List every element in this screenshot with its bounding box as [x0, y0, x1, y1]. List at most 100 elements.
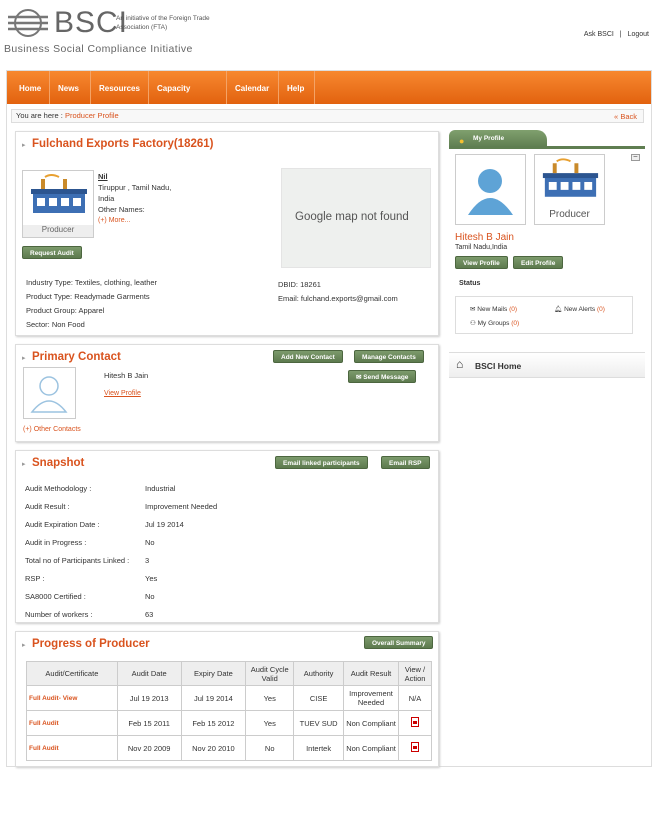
cycle-valid: No — [245, 735, 295, 761]
audit-link[interactable]: Full Audit- View — [26, 685, 118, 711]
snapshot-value: Yes — [145, 574, 158, 583]
table-row: Full Audit Feb 15 2011 Feb 15 2012 Yes T… — [26, 710, 432, 736]
producer-title: Fulchand Exports Factory(18261) — [32, 138, 214, 150]
user-location: Tamil Nadu,India — [455, 244, 508, 251]
back-arrow-icon: « — [614, 112, 619, 121]
product-type: Product Type: Readymade Garments — [26, 292, 150, 301]
sector: Sector: Non Food — [26, 320, 85, 329]
tagline: Business Social Compliance Initiative — [4, 43, 193, 55]
column-header: Audit Date — [116, 661, 182, 686]
add-new-contact-button[interactable]: Add New Contact — [273, 350, 343, 363]
map-placeholder: Google map not found — [281, 168, 431, 268]
producer-profile-panel: ▸ Fulchand Exports Factory(18261) Produc… — [15, 131, 439, 336]
view-action: N/A — [398, 685, 432, 711]
industry-type: Industry Type: Textiles, clothing, leath… — [26, 278, 158, 287]
other-names: Other Names: — [98, 205, 145, 214]
my-groups-link[interactable]: ⚇ My Groups (0) — [470, 319, 519, 327]
producer-image: Producer — [534, 154, 605, 225]
request-audit-button[interactable]: Request Audit — [22, 246, 82, 259]
logo-subtitle: An initiative of the Foreign Trade Assoc… — [116, 15, 210, 31]
new-alerts-link[interactable]: 🔔︎ New Alerts (0) — [554, 305, 605, 313]
primary-contact-panel: ▸ Primary Contact Add New Contact Manage… — [15, 344, 439, 442]
audit-result: Non Compliant — [343, 710, 399, 736]
table-row: Full Audit- View Jul 19 2013 Jul 19 2014… — [26, 685, 432, 711]
new-alerts-label: New Alerts — [564, 306, 596, 313]
cycle-valid: Yes — [245, 710, 295, 736]
column-header: Audit/Certificate — [26, 661, 118, 686]
snapshot-label: Audit Result : — [25, 502, 70, 511]
column-header: Authority — [293, 661, 345, 686]
bsci-home-label: BSCI Home — [475, 361, 522, 371]
expand-arrow-icon[interactable]: ▸ — [22, 354, 26, 362]
snapshot-label: Audit in Progress : — [25, 538, 87, 547]
primary-contact-title: Primary Contact — [32, 351, 121, 363]
logout-link[interactable]: Logout — [628, 31, 649, 38]
email-linked-participants-button[interactable]: Email linked participants — [275, 456, 368, 469]
breadcrumb-current[interactable]: Producer Profile — [65, 111, 119, 120]
column-header: View / Action — [398, 661, 432, 686]
snapshot-value: No — [145, 538, 155, 547]
cycle-valid: Yes — [245, 685, 295, 711]
authority: Intertek — [293, 735, 345, 761]
more-link[interactable]: (+) More... — [98, 217, 130, 224]
producer-image: Producer — [22, 170, 94, 238]
dbid: DBID: 18261 — [278, 280, 321, 289]
tab-label: My Profile — [473, 135, 505, 142]
snapshot-value: Industrial — [145, 484, 176, 493]
nav-home[interactable]: Home — [11, 71, 50, 104]
person-icon — [468, 169, 513, 215]
column-header: Audit Cycle Valid — [245, 661, 295, 686]
mail-icon: ✉ — [470, 306, 476, 313]
progress-title: Progress of Producer — [32, 638, 150, 650]
audit-result: Non Compliant — [343, 735, 399, 761]
expiry-date: Jul 19 2014 — [180, 685, 247, 711]
overall-summary-button[interactable]: Overall Summary — [364, 636, 434, 649]
bell-icon: 🔔︎ — [554, 306, 563, 313]
snapshot-title: Snapshot — [32, 457, 85, 469]
email-rsp-button[interactable]: Email RSP — [381, 456, 430, 469]
groups-icon: ⚇ — [470, 320, 476, 327]
back-link[interactable]: « Back — [614, 111, 637, 123]
view-profile-link[interactable]: View Profile — [104, 390, 141, 397]
user-avatar — [455, 154, 526, 225]
collapse-icon[interactable]: – — [631, 153, 640, 161]
audit-link[interactable]: Full Audit — [26, 735, 118, 761]
nav-capacity-building[interactable]: Capacity Building — [149, 71, 227, 128]
factory-icon — [542, 158, 599, 197]
audit-date: Feb 15 2011 — [116, 710, 182, 736]
contact-name: Hitesh B Jain — [104, 371, 149, 380]
expand-arrow-icon[interactable]: ▸ — [22, 641, 26, 649]
snapshot-label: Audit Expiration Date : — [25, 520, 100, 529]
edit-profile-button[interactable]: Edit Profile — [513, 256, 564, 269]
expiry-date: Feb 15 2012 — [180, 710, 247, 736]
new-mails-link[interactable]: ✉ New Mails (0) — [470, 305, 517, 313]
view-profile-button[interactable]: View Profile — [455, 256, 508, 269]
nav-resources[interactable]: Resources — [91, 71, 149, 104]
pdf-icon[interactable] — [411, 717, 419, 727]
view-action — [398, 710, 432, 736]
bsci-home-link[interactable]: ⌂ BSCI Home — [449, 352, 645, 378]
ask-bsci-link[interactable]: Ask BSCI — [584, 31, 614, 38]
snapshot-value: 3 — [145, 556, 150, 565]
audit-link[interactable]: Full Audit — [26, 710, 118, 736]
audit-date: Jul 19 2013 — [116, 685, 182, 711]
snapshot-value: Improvement Needed — [145, 502, 218, 511]
my-profile-tab[interactable]: ● My Profile — [449, 130, 547, 147]
column-header: Expiry Date — [180, 661, 247, 686]
pdf-icon[interactable] — [411, 742, 419, 752]
expand-arrow-icon[interactable]: ▸ — [22, 460, 26, 468]
other-contacts-link[interactable]: (+) Other Contacts — [23, 426, 81, 433]
manage-contacts-button[interactable]: Manage Contacts — [354, 350, 424, 363]
audit-result: Improvement Needed — [343, 685, 399, 711]
snapshot-value: No — [145, 592, 155, 601]
nav-calendar[interactable]: Calendar — [227, 71, 279, 104]
producer-label: Producer — [23, 225, 93, 237]
send-message-button[interactable]: ✉ Send Message — [348, 370, 417, 383]
status-box: ✉ New Mails (0) 🔔︎ New Alerts (0) ⚇ My G… — [455, 296, 633, 334]
my-groups-count: (0) — [511, 320, 520, 327]
expand-arrow-icon[interactable]: ▸ — [22, 141, 26, 149]
nav-news[interactable]: News — [50, 71, 91, 104]
nav-help[interactable]: Help — [279, 71, 315, 104]
main-nav: Home News Resources Capacity Building Ca… — [7, 71, 651, 128]
snapshot-value: Jul 19 2014 — [145, 520, 184, 529]
